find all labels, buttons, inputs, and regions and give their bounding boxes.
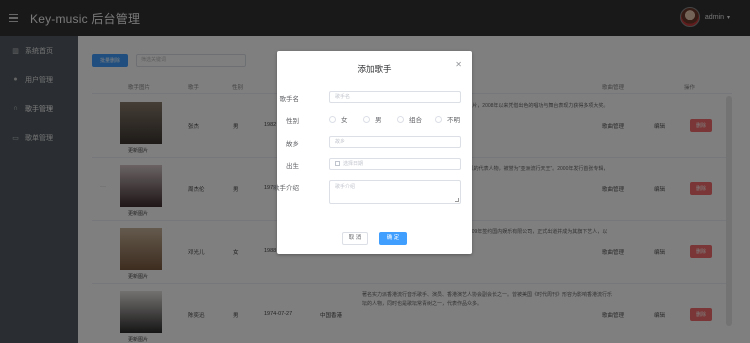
radio-circle-icon: [397, 115, 404, 123]
confirm-button[interactable]: 确 定: [379, 232, 407, 245]
dialog-title: 添加歌手: [357, 64, 392, 74]
name-field[interactable]: 歌手名: [329, 91, 461, 103]
calendar-icon: [335, 161, 340, 167]
radio-label: 组合: [409, 117, 422, 124]
sex-radio-group[interactable]: 组合: [397, 114, 422, 124]
cancel-button[interactable]: 取 消: [342, 232, 368, 245]
radio-label: 男: [375, 117, 382, 124]
location-label: 故乡: [286, 141, 299, 148]
sex-radio-unknown[interactable]: 不明: [435, 114, 460, 124]
close-icon[interactable]: ✕: [455, 60, 462, 69]
intro-placeholder: 歌手介绍: [335, 184, 356, 190]
location-field[interactable]: 故乡: [329, 136, 461, 148]
radio-circle-icon: [329, 115, 336, 123]
add-singer-dialog: 添加歌手 ✕ 歌手名 歌手名 性别 女 男 组合 不明 故乡 故乡 出生 选择日…: [273, 51, 472, 254]
birth-date-picker[interactable]: 选择日期: [329, 158, 461, 170]
radio-circle-icon: [363, 115, 370, 123]
radio-label: 不明: [447, 117, 460, 124]
birth-label: 出生: [286, 163, 299, 170]
radio-label: 女: [341, 117, 348, 124]
radio-circle-icon: [435, 115, 442, 123]
birth-placeholder: 选择日期: [343, 161, 364, 167]
intro-field[interactable]: 歌手介绍: [329, 180, 461, 204]
sex-label: 性别: [286, 118, 299, 125]
sex-radio-male[interactable]: 男: [363, 114, 382, 124]
name-label: 歌手名: [279, 96, 300, 103]
resize-handle-icon[interactable]: [455, 198, 459, 202]
intro-label: 歌手介绍: [273, 185, 299, 192]
sex-radio-female[interactable]: 女: [329, 114, 348, 124]
